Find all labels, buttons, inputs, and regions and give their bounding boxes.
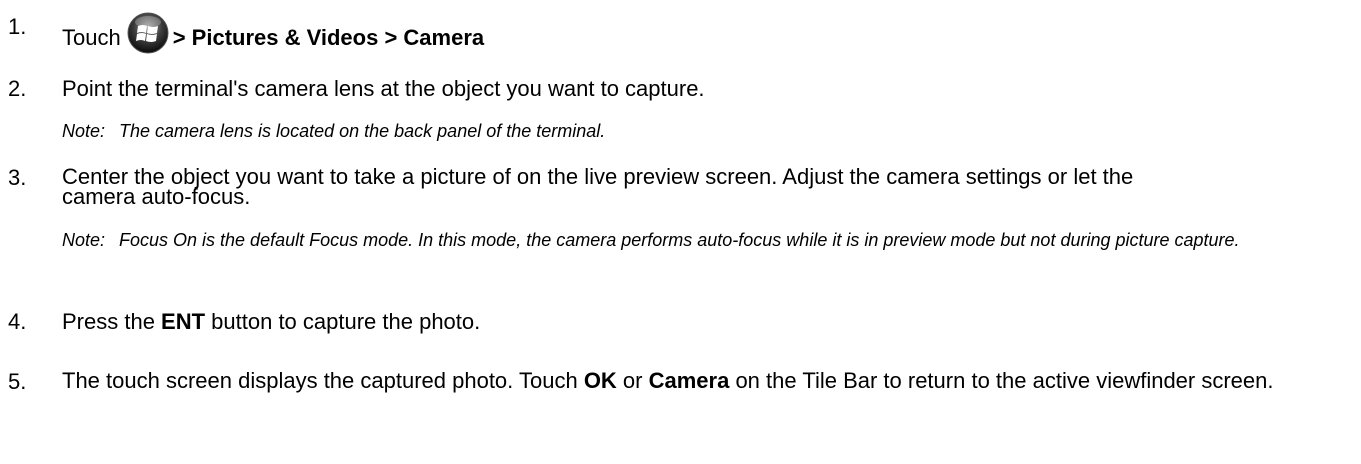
step-number: 5. [8,369,27,394]
step-number: 2. [8,76,27,101]
text-after: on the Tile Bar to return to the active … [729,368,1274,393]
note-text: Focus On is the default Focus mode. In t… [119,230,1240,250]
text-before: The touch screen displays the captured p… [62,368,584,393]
ent-button-name: ENT [161,309,206,334]
note: Note: The camera lens is located on the … [62,121,1341,141]
text-middle: or [616,368,649,393]
step-4: 4. Press the ENT button to capture the p… [0,309,1361,340]
step-text: Point the terminal's camera lens at the … [62,76,705,101]
touch-word: Touch [62,24,121,50]
ok-label: OK [583,368,617,393]
camera-label: Camera [648,368,730,393]
note-text: The camera lens is located on the back p… [119,121,606,141]
step-number: 4. [8,309,27,334]
note-label: Note: [62,121,106,141]
step-5: 5. The touch screen displays the capture… [0,368,1361,430]
step-text: Touch > Pictures & Videos > Camera [62,12,1341,60]
note: Note: Focus On is the default Focus mode… [62,230,1351,250]
windows-start-icon [127,12,169,54]
text-after: button to capture the photo. [205,309,481,334]
step-1: 1. Touch > Pictures & Videos > Camera [0,8,1361,54]
note-label: Note: [62,230,106,250]
step-number: 1. [8,14,27,39]
text-before: Press the [62,309,162,334]
step-2: 2. Point the terminal's camera lens at t… [0,76,1361,156]
step-3: 3. Center the object you want to take a … [0,164,1361,284]
step-text: Center the object you want to take a pic… [62,164,1134,209]
menu-path: > Pictures & Videos > Camera [172,24,485,50]
instruction-page: 1. Touch > Pictures & Videos > Camera 2.… [0,0,1361,464]
step-text: Press the ENT button to capture the phot… [62,309,1341,334]
step-number: 3. [8,165,27,190]
step-text: The touch screen displays the captured p… [62,368,1353,393]
